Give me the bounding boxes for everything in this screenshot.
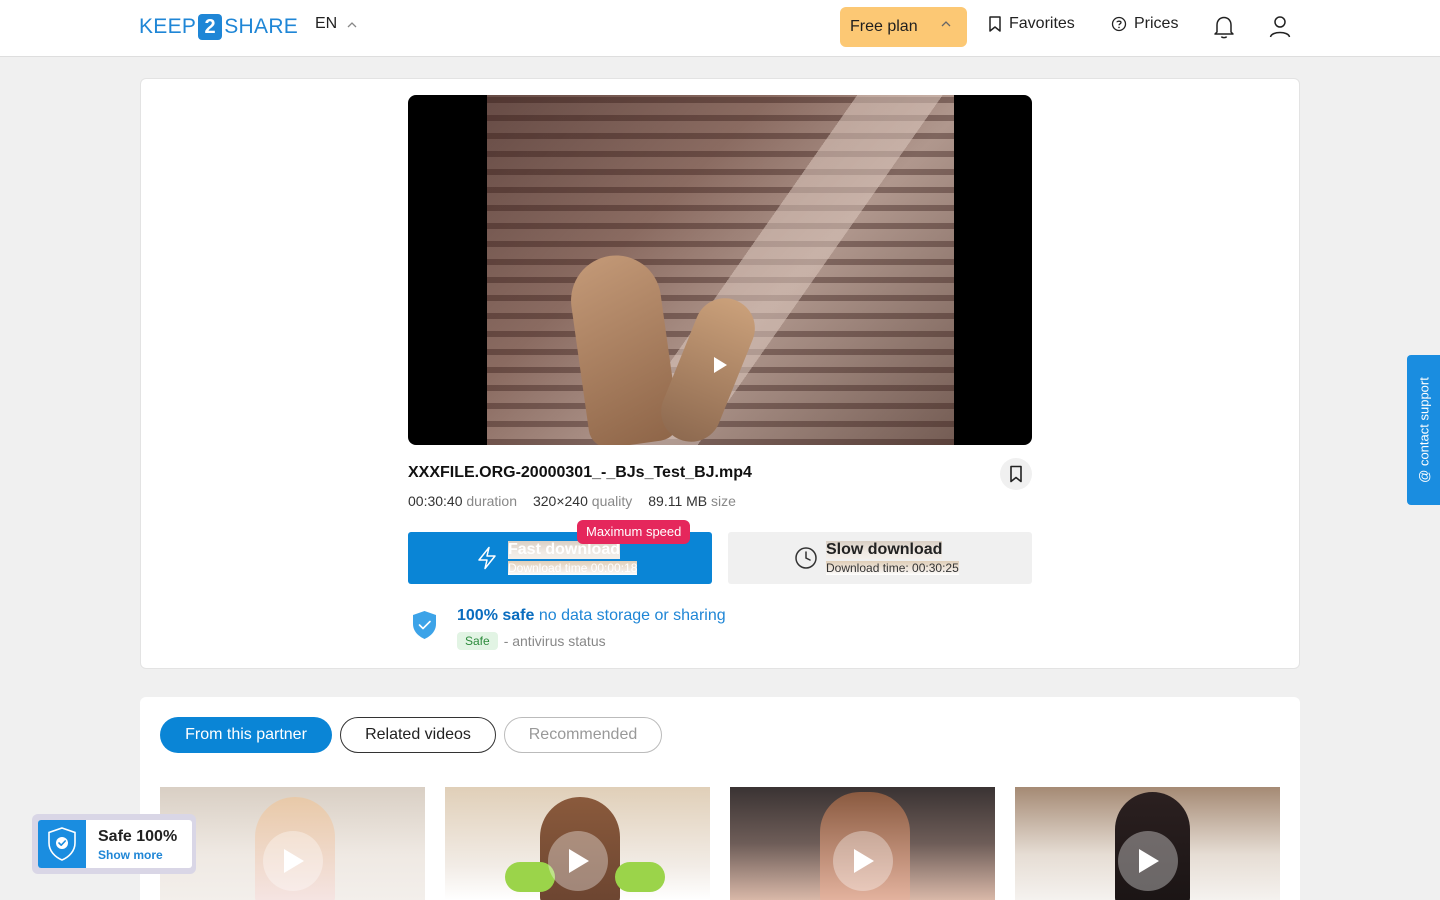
duration-value: 00:30:40	[408, 493, 463, 509]
bell-icon	[1214, 16, 1234, 39]
play-button[interactable]	[548, 831, 608, 891]
prices-link[interactable]: Prices	[1111, 15, 1178, 33]
file-title: XXXFILE.ORG-20000301_-_BJs_Test_BJ.mp4	[408, 464, 752, 481]
question-circle-icon	[1111, 16, 1127, 32]
lightning-icon	[478, 546, 496, 570]
free-plan-label: Free plan	[850, 18, 918, 35]
quality-label: quality	[591, 493, 633, 509]
keep2share-logo[interactable]: KEEP 2 SHARE	[139, 14, 298, 40]
slow-download-time: Download time: 00:30:25	[826, 561, 959, 575]
thumbnail-shape	[615, 862, 665, 892]
language-label: EN	[315, 15, 338, 32]
size-label: size	[711, 493, 736, 509]
tab-related-videos[interactable]: Related videos	[340, 717, 496, 753]
play-button[interactable]	[1118, 831, 1178, 891]
play-icon	[854, 849, 874, 873]
free-plan-button[interactable]: Free plan	[840, 7, 967, 47]
slow-download-label: Slow download	[826, 541, 943, 559]
video-player[interactable]	[408, 95, 1032, 445]
shield-check-icon	[413, 611, 436, 639]
tab-from-this-partner[interactable]: From this partner	[160, 717, 332, 753]
duration-label: duration	[466, 493, 517, 509]
file-meta: 00:30:40 duration 320×240 quality 89.11 …	[408, 493, 752, 509]
safe-badge-inner: Safe 100% Show more	[38, 820, 192, 868]
meta-quality: 320×240 quality	[533, 493, 632, 509]
play-button[interactable]	[263, 831, 323, 891]
safe-badge-link[interactable]: Show more	[98, 848, 163, 862]
antivirus-badge: Safe	[457, 632, 498, 650]
account-button[interactable]	[1268, 14, 1292, 45]
antivirus-label: - antivirus status	[503, 633, 606, 649]
play-icon[interactable]	[710, 355, 730, 375]
chevron-up-icon	[941, 21, 951, 27]
slow-download-button[interactable]: Slow download Download time: 00:30:25	[728, 532, 1032, 584]
tab-recommended[interactable]: Recommended	[504, 717, 662, 753]
max-speed-badge: Maximum speed	[577, 520, 691, 544]
prices-label: Prices	[1134, 15, 1179, 32]
play-icon	[569, 849, 589, 873]
play-icon	[1139, 849, 1159, 873]
chevron-up-icon	[347, 22, 357, 28]
notifications-button[interactable]	[1213, 14, 1235, 45]
fast-download-time: Download time 00:00:18	[508, 561, 638, 575]
safety-statement: 100% safe no data storage or sharing	[457, 607, 726, 625]
shield-check-icon	[48, 827, 76, 861]
safe-badge[interactable]: Safe 100% Show more	[32, 814, 196, 874]
safety-rest: no data storage or sharing	[538, 607, 726, 624]
quality-value: 320×240	[532, 493, 588, 509]
language-selector[interactable]: EN	[315, 15, 357, 33]
video-thumbnail[interactable]	[730, 787, 995, 900]
meta-duration: 00:30:40 duration	[408, 493, 517, 509]
contact-support-label: @ contact support	[1416, 377, 1431, 483]
size-value: 89.11 MB	[648, 493, 708, 509]
video-thumbnail[interactable]	[1015, 787, 1280, 900]
top-header: KEEP 2 SHARE EN Free plan Favorites Prices	[0, 0, 1440, 57]
thumbnail-shape	[505, 862, 555, 892]
play-button[interactable]	[833, 831, 893, 891]
antivirus-status: Safe - antivirus status	[457, 632, 606, 650]
safety-strong: 100% safe	[457, 607, 535, 624]
logo-text-left: KEEP	[139, 15, 197, 38]
bookmark-icon	[1010, 465, 1022, 483]
bookmark-icon	[989, 16, 1001, 32]
meta-size: 89.11 MB size	[648, 493, 736, 509]
favorites-link[interactable]: Favorites	[988, 15, 1075, 33]
logo-badge: 2	[198, 14, 223, 40]
video-thumbnail[interactable]	[160, 787, 425, 900]
safe-badge-shield	[38, 820, 86, 868]
video-thumbnail[interactable]	[445, 787, 710, 900]
favorites-label: Favorites	[1009, 15, 1075, 32]
logo-text-right: SHARE	[224, 15, 299, 38]
bookmark-file-button[interactable]	[1000, 458, 1032, 490]
play-icon	[284, 849, 304, 873]
clock-icon	[795, 547, 817, 569]
user-icon	[1269, 16, 1291, 38]
safe-badge-title: Safe 100%	[98, 828, 178, 845]
contact-support-tab[interactable]: @ contact support	[1407, 355, 1440, 505]
